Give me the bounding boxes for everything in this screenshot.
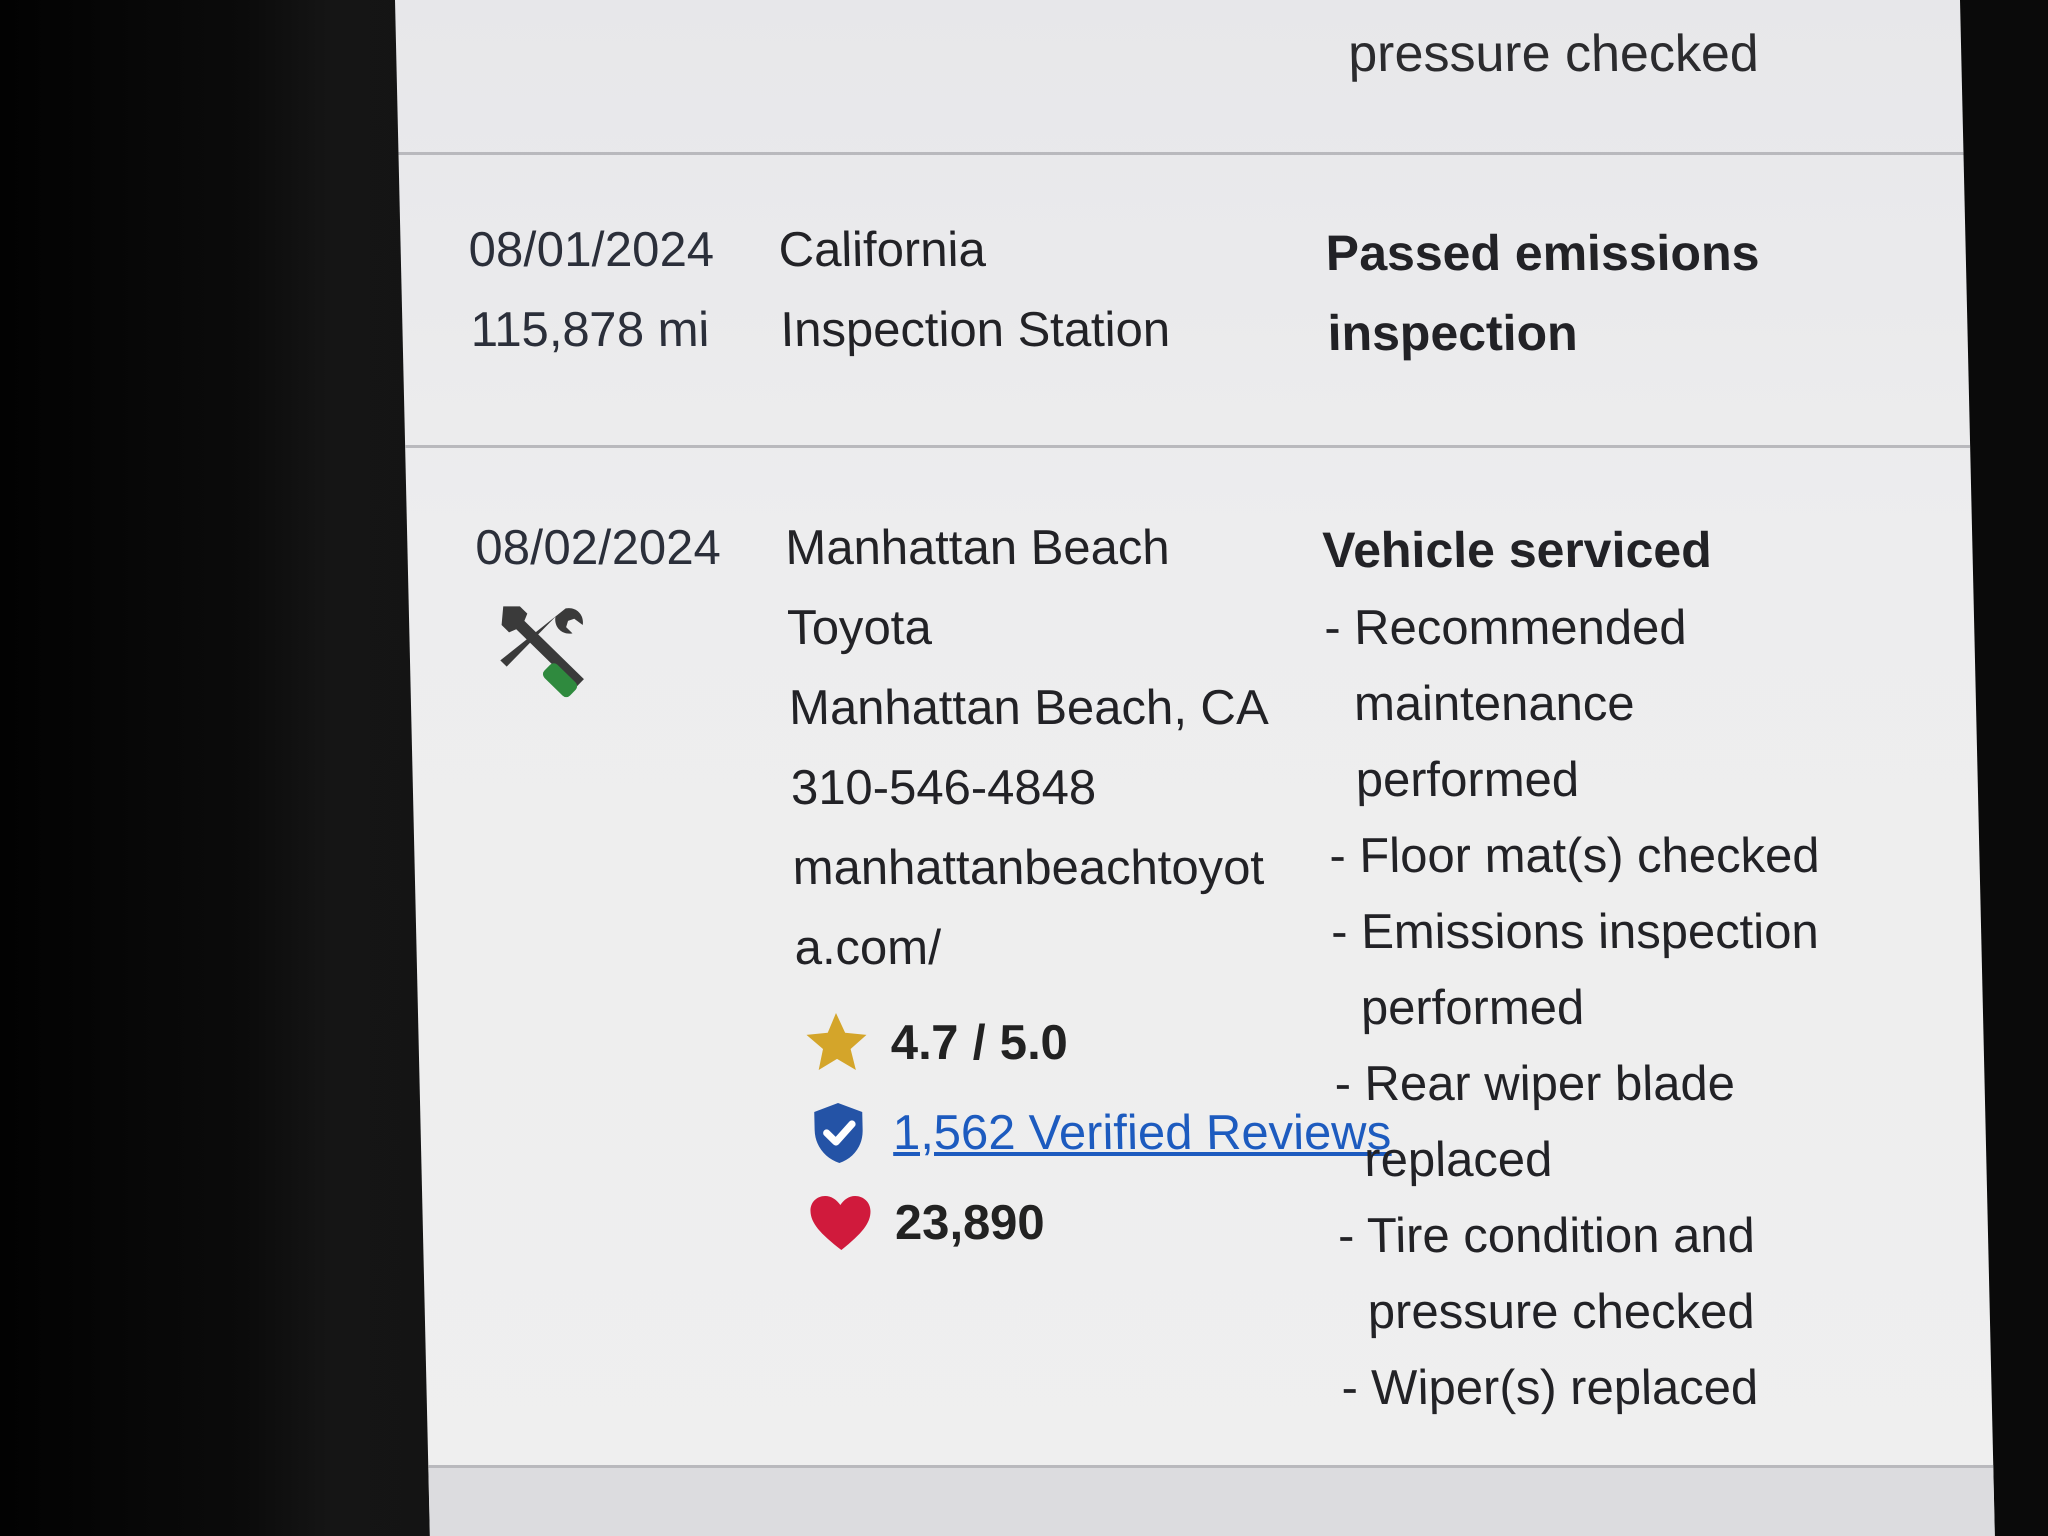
- record-row-inspection[interactable]: 08/01/2024 115,878 mi California Inspect…: [398, 155, 1971, 448]
- dealer-city: Manhattan Beach, CA: [788, 681, 1270, 735]
- record-row-service[interactable]: 08/02/2024 Manhattan Beach Toyota Manhat…: [405, 448, 1994, 1468]
- service-item: - Rear wiper blade replaced: [1333, 1057, 1736, 1187]
- service-item: - Tire condition and pressure checked: [1337, 1209, 1756, 1339]
- rating-score: 4.7 / 5.0: [890, 1016, 1069, 1070]
- wrench-screwdriver-icon: [500, 606, 584, 698]
- service-item: - Recommended maintenance performed: [1323, 601, 1688, 807]
- record-date: 08/01/2024: [468, 223, 715, 277]
- record-date-col: 08/02/2024: [475, 508, 722, 588]
- heart-icon: [810, 1196, 871, 1250]
- verified-reviews-link[interactable]: 1,562 Verified Reviews: [892, 1105, 1392, 1161]
- location-line: Inspection Station: [779, 303, 1171, 357]
- dealer-rating-block: 4.7 / 5.0 1,562 Verified Reviews 23,890: [800, 1003, 1395, 1273]
- likes-count: 23,890: [894, 1196, 1046, 1250]
- record-date: 08/02/2024: [474, 521, 722, 575]
- service-desc-col: Vehicle serviced - Recommended maintenan…: [1322, 510, 1863, 1426]
- next-record-edge: [428, 1468, 1995, 1536]
- location-line: California: [778, 223, 987, 277]
- star-icon: [806, 1013, 867, 1070]
- dealer-phone[interactable]: 310-546-4848: [790, 748, 1271, 828]
- dealer-info: Manhattan Beach Toyota Manhattan Beach, …: [785, 508, 1275, 988]
- dealer-website[interactable]: manhattanbeachtoyot: [792, 828, 1273, 908]
- rating-line: 4.7 / 5.0: [800, 1003, 1390, 1083]
- phone-screen: pressure checked 08/01/2024 115,878 mi C…: [395, 0, 1995, 1536]
- record-mileage: 115,878 mi: [469, 303, 710, 357]
- service-item: - Floor mat(s) checked: [1328, 829, 1821, 883]
- dealer-name: Manhattan Beach: [784, 521, 1171, 575]
- record-title: Passed emissions: [1325, 225, 1760, 281]
- shield-check-icon: [814, 1103, 863, 1163]
- record-title: Vehicle serviced: [1321, 522, 1713, 578]
- record-title: inspection: [1326, 305, 1579, 361]
- previous-record-row: pressure checked: [395, 0, 1964, 155]
- record-location-col: California Inspection Station: [778, 210, 1171, 370]
- dealer-name: Toyota: [786, 601, 933, 655]
- dealer-website[interactable]: a.com/: [794, 908, 1275, 988]
- previous-record-desc: pressure checked: [1347, 25, 1760, 83]
- service-item: - Emissions inspection performed: [1330, 905, 1820, 1035]
- record-date-col: 08/01/2024 115,878 mi: [468, 210, 717, 370]
- record-desc-col: Passed emissions inspection: [1325, 213, 1762, 373]
- likes-line: 23,890: [804, 1183, 1394, 1263]
- reviews-line[interactable]: 1,562 Verified Reviews: [802, 1093, 1392, 1173]
- service-item: - Wiper(s) replaced: [1340, 1361, 1759, 1415]
